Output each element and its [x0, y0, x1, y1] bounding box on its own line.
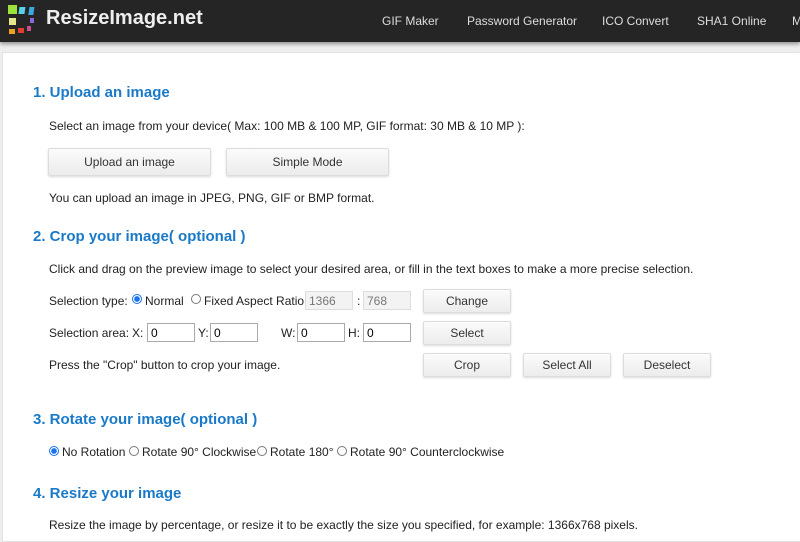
- section-rotate-title: 3. Rotate your image( optional ): [33, 411, 258, 428]
- change-button[interactable]: Change: [423, 289, 511, 313]
- selection-area-label: Selection area:: [49, 326, 130, 340]
- deselect-button[interactable]: Deselect: [623, 353, 711, 377]
- nav-ico-convert[interactable]: ICO Convert: [602, 14, 669, 28]
- radio-rotate-180[interactable]: [257, 446, 267, 456]
- ratio-height-input[interactable]: [363, 291, 411, 310]
- crop-instruction: Press the "Crop" button to crop your ima…: [49, 358, 281, 372]
- w-input[interactable]: [297, 323, 345, 342]
- upload-desc: Select an image from your device( Max: 1…: [49, 119, 525, 133]
- upload-image-button[interactable]: Upload an image: [48, 148, 211, 176]
- fixed-aspect-label: Fixed Aspect Ratio: [204, 294, 305, 308]
- radio-fixed-aspect[interactable]: [191, 294, 201, 304]
- select-button[interactable]: Select: [423, 321, 511, 345]
- top-navbar: ResizeImage.net GIF Maker Password Gener…: [0, 0, 800, 42]
- format-note: You can upload an image in JPEG, PNG, GI…: [49, 191, 375, 205]
- nav-sha1-online[interactable]: SHA1 Online: [697, 14, 766, 28]
- x-label: X:: [132, 326, 144, 340]
- section-crop-title: 2. Crop your image( optional ): [33, 228, 246, 245]
- section-upload-title: 1. Upload an image: [33, 84, 170, 101]
- w-label: W:: [281, 326, 296, 340]
- no-rotation-label: No Rotation: [62, 445, 126, 459]
- x-input[interactable]: [147, 323, 195, 342]
- ratio-width-input[interactable]: [305, 291, 353, 310]
- section-resize-title: 4. Resize your image: [33, 485, 182, 502]
- nav-gif-maker[interactable]: GIF Maker: [382, 14, 439, 28]
- h-input[interactable]: [363, 323, 411, 342]
- brand-name[interactable]: ResizeImage.net: [46, 7, 203, 30]
- crop-button[interactable]: Crop: [423, 353, 511, 377]
- rotate-180-label: Rotate 180°: [270, 445, 334, 459]
- ratio-colon: :: [357, 294, 361, 308]
- h-label: H:: [348, 326, 360, 340]
- rotate-90-ccw-label: Rotate 90° Counterclockwise: [350, 445, 505, 459]
- rotate-90-cw-label: Rotate 90° Clockwise: [142, 445, 257, 459]
- radio-rotate-90-cw[interactable]: [129, 446, 139, 456]
- selection-type-label: Selection type:: [49, 294, 128, 308]
- nav-password-generator[interactable]: Password Generator: [467, 14, 577, 28]
- normal-label: Normal: [145, 294, 184, 308]
- y-label: Y:: [198, 326, 209, 340]
- y-input[interactable]: [210, 323, 258, 342]
- logo-icon: [8, 5, 35, 34]
- select-all-button[interactable]: Select All: [523, 353, 611, 377]
- nav-more[interactable]: M: [792, 14, 800, 28]
- radio-no-rotation[interactable]: [49, 446, 59, 456]
- resize-desc: Resize the image by percentage, or resiz…: [49, 518, 638, 532]
- simple-mode-button[interactable]: Simple Mode: [226, 148, 389, 176]
- radio-rotate-90-ccw[interactable]: [337, 446, 347, 456]
- crop-desc: Click and drag on the preview image to s…: [49, 262, 694, 276]
- radio-normal[interactable]: [132, 294, 142, 304]
